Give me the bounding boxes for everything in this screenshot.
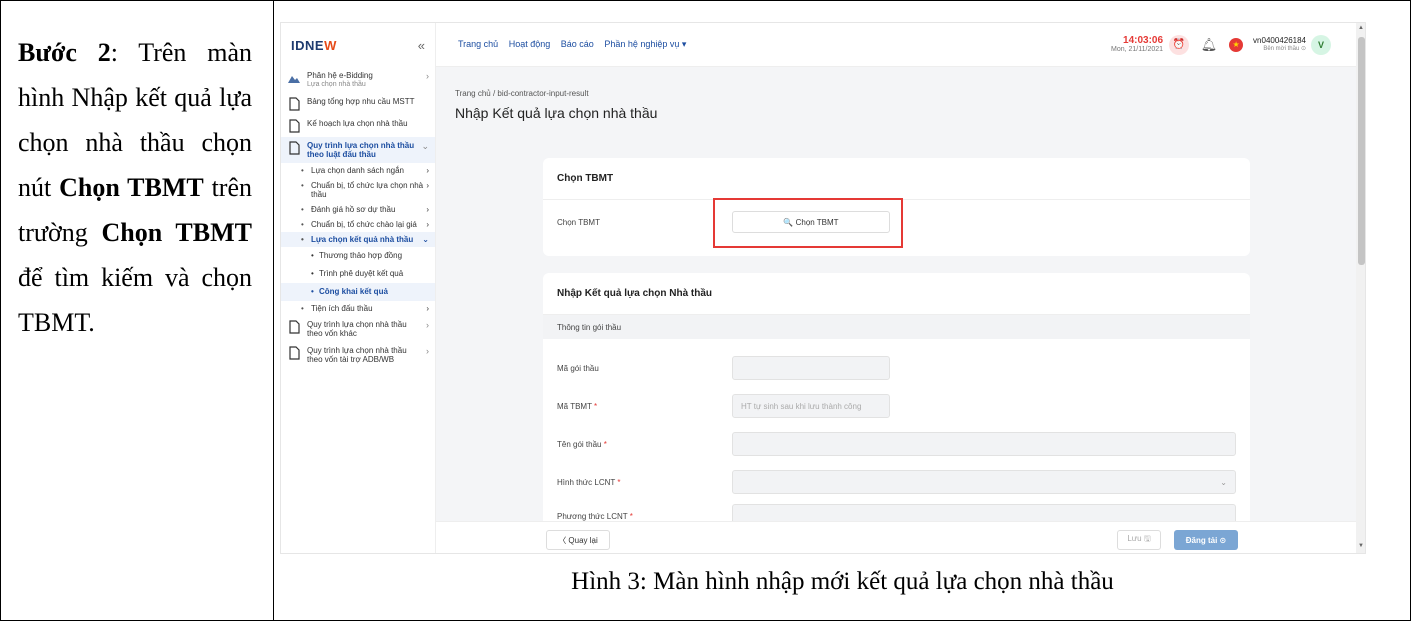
sidebar-item-other-funds[interactable]: Quy trình lựa chọn nhà thầu theo vốn khá… — [281, 316, 435, 342]
document-icon — [289, 141, 300, 155]
sidebar-subitem-active[interactable]: • Lựa chọn kết quả nhà thầu ⌄ — [281, 232, 435, 247]
sidebar-item-tools[interactable]: • Tiện ích đấu thầu › — [281, 301, 435, 316]
select-tbmt-card: Chọn TBMT Chọn TBMT 🔍 Chọn TBMT — [543, 158, 1250, 256]
sidebar-subitem[interactable]: • Đánh giá hồ sơ dự thầu › — [281, 202, 435, 217]
tbmt-code-input[interactable]: HT tự sinh sau khi lưu thành công — [732, 394, 890, 418]
package-code-input[interactable] — [732, 356, 890, 380]
chevron-right-icon: › — [426, 205, 429, 214]
topbar: Trang chủ Hoạt động Báo cáo Phần hệ nghi… — [436, 23, 1365, 67]
nav-home[interactable]: Trang chủ — [458, 39, 498, 49]
logo-row: IDNEW « — [281, 23, 435, 67]
clock: 14:03:06 Mon, 21/11/2021 — [1111, 34, 1164, 53]
chevron-right-icon: › — [426, 346, 429, 356]
breadcrumb[interactable]: Trang chủ / bid-contractor-input-result — [455, 89, 589, 98]
user-info[interactable]: vn0400426184 Bên mời thầu ⊙ — [1253, 36, 1306, 54]
chevron-right-icon: › — [426, 181, 429, 190]
alarm-icon[interactable]: ⏰ — [1169, 34, 1190, 55]
nav-modules[interactable]: Phần hệ nghiệp vụ ▾ — [604, 39, 686, 49]
result-input-card: Nhập Kết quả lựa chọn Nhà thầu Thông tin… — [543, 273, 1250, 553]
sidebar: IDNEW « Phân hệ e-Bidding Lựa chọn nhà th… — [281, 23, 436, 553]
scroll-up-arrow-icon[interactable]: ▲ — [1358, 25, 1364, 31]
footer-action-bar: 〈 Quay lại Lưu 🖫 Đăng tải ⊙ — [436, 521, 1356, 553]
sidebar-item-mstt[interactable]: Bảng tổng hợp nhu cầu MSTT — [281, 93, 435, 115]
document-icon — [289, 97, 300, 111]
sidebar-subsubitem[interactable]: • Trình phê duyệt kết quả — [281, 265, 435, 283]
chevron-right-icon: › — [426, 166, 429, 175]
bell-icon[interactable]: 🔔︎ — [1199, 35, 1219, 55]
field-tbmt-code: Mã TBMT * HT tự sinh sau khi lưu thành c… — [543, 387, 1250, 425]
figure-caption: Hình 3: Màn hình nhập mới kết quả lựa ch… — [571, 568, 1114, 595]
module-title: Phân hệ e-Bidding — [307, 71, 373, 80]
sidebar-item-plan[interactable]: Kế hoạch lựa chọn nhà thầu — [281, 115, 435, 137]
document-icon — [289, 119, 300, 133]
nav-activity[interactable]: Hoạt động — [509, 39, 551, 49]
top-nav: Trang chủ Hoạt động Báo cáo Phần hệ nghi… — [458, 39, 694, 50]
vietnam-flag-icon[interactable]: ★ — [1229, 37, 1244, 52]
scroll-down-arrow-icon[interactable]: ▼ — [1358, 543, 1364, 549]
logo: IDNEW — [291, 37, 337, 53]
collapse-sidebar-icon[interactable]: « — [418, 38, 425, 53]
sidebar-subitem[interactable]: • Chuẩn bị, tổ chức lựa chọn nhà thầu › — [281, 178, 435, 202]
chevron-down-icon: ⌄ — [421, 141, 429, 151]
sidebar-module-ebidding[interactable]: Phân hệ e-Bidding Lựa chọn nhà thầu › — [281, 67, 435, 93]
chevron-right-icon: › — [426, 320, 429, 330]
module-subtitle: Lựa chọn nhà thầu — [307, 81, 366, 88]
package-name-textarea[interactable] — [732, 432, 1236, 456]
card-title: Chọn TBMT — [543, 158, 1250, 200]
sidebar-subitem[interactable]: • Chuẩn bị, tổ chức chào lại giá › — [281, 217, 435, 232]
step-instruction: Bước 2: Trên màn hình Nhập kết quả lựa c… — [18, 38, 253, 337]
chevron-down-icon: ⌄ — [422, 235, 429, 244]
scroll-thumb[interactable] — [1358, 37, 1365, 265]
card-title: Nhập Kết quả lựa chọn Nhà thầu — [543, 273, 1250, 315]
chevron-right-icon: › — [426, 71, 429, 81]
sidebar-item-adb-wb[interactable]: Quy trình lựa chọn nhà thầu theo vốn tài… — [281, 342, 435, 368]
highlight-box — [713, 198, 903, 248]
app-screenshot: IDNEW « Phân hệ e-Bidding Lựa chọn nhà th… — [280, 22, 1366, 554]
document-icon — [289, 320, 300, 334]
chevron-right-icon: › — [426, 304, 429, 313]
topbar-right: 14:03:06 Mon, 21/11/2021 ⏰ 🔔︎ ★ vn040042… — [1111, 34, 1365, 55]
publish-button[interactable]: Đăng tải ⊙ — [1174, 530, 1238, 550]
document-icon — [289, 346, 300, 360]
section-header: Thông tin gói thầu — [543, 315, 1250, 339]
selection-form-select[interactable]: ⌄ — [732, 470, 1236, 494]
nav-reports[interactable]: Báo cáo — [561, 39, 594, 49]
table-column-divider — [273, 0, 274, 621]
avatar[interactable]: V — [1311, 34, 1331, 55]
sidebar-item-process-law[interactable]: Quy trình lựa chọn nhà thầu theo luật đấ… — [281, 137, 435, 163]
save-button[interactable]: Lưu 🖫 — [1117, 530, 1161, 550]
sidebar-subsubitem[interactable]: • Thương thảo hợp đồng — [281, 247, 435, 265]
field-package-code: Mã gói thầu — [543, 349, 1250, 387]
mountain-icon — [288, 76, 300, 83]
sidebar-subitem[interactable]: • Lựa chọn danh sách ngắn › — [281, 163, 435, 178]
chevron-right-icon: › — [426, 220, 429, 229]
field-package-name: Tên gói thầu * — [543, 425, 1250, 463]
chevron-down-icon: ⌄ — [1220, 477, 1227, 487]
field-selection-form: Hình thức LCNT * ⌄ — [543, 463, 1250, 501]
page-title: Nhập Kết quả lựa chọn nhà thầu — [455, 105, 658, 121]
scrollbar[interactable]: ▲ ▼ — [1356, 23, 1365, 553]
sidebar-subsubitem-active[interactable]: • Công khai kết quả — [281, 283, 435, 301]
back-button[interactable]: 〈 Quay lại — [546, 530, 610, 550]
